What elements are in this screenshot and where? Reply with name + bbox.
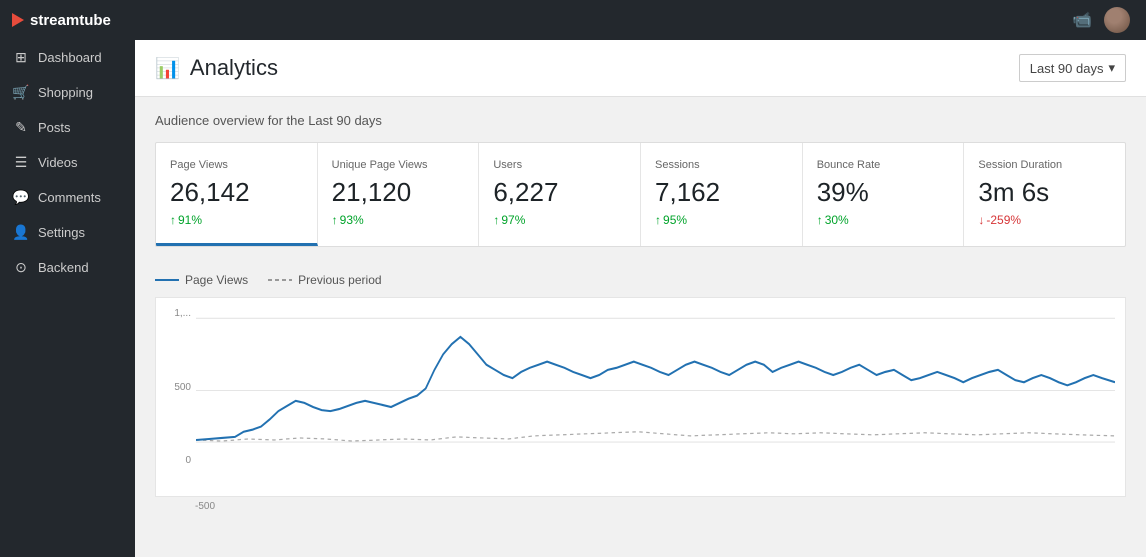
sidebar-item-shopping[interactable]: 🛒 Shopping (0, 75, 135, 110)
chart-wrapper: 1,... 500 0 (155, 297, 1126, 497)
brand-logo[interactable]: streamtube (0, 0, 135, 40)
chevron-down-icon: ▾ (1108, 60, 1115, 76)
legend-line-icon (155, 279, 179, 281)
sidebar-item-comments[interactable]: 💬 Comments (0, 180, 135, 215)
chart-legend: Page Views Previous period (155, 273, 1126, 287)
avatar-image (1104, 7, 1130, 33)
stat-change-pageviews: 91% (170, 213, 303, 227)
stat-change-text-pageviews: 91% (178, 213, 202, 227)
stat-change-sessions: 95% (655, 213, 788, 227)
sidebar-item-backend[interactable]: ⊙ Backend (0, 250, 135, 285)
stat-change-text-unique: 93% (340, 213, 364, 227)
stat-value-duration: 3m 6s (978, 179, 1111, 205)
user-avatar[interactable] (1104, 7, 1130, 33)
stat-label-duration: Session Duration (978, 159, 1111, 171)
stat-card-sessions[interactable]: Sessions 7,162 95% (641, 143, 803, 246)
settings-icon: 👤 (12, 224, 30, 241)
stat-card-duration[interactable]: Session Duration 3m 6s -259% (964, 143, 1125, 246)
stat-value-unique-pageviews: 21,120 (332, 179, 465, 205)
main-area: 📹 📊 Analytics Last 90 days ▾ Audience ov… (135, 0, 1146, 557)
stat-value-users: 6,227 (493, 179, 626, 205)
sidebar-label-dashboard: Dashboard (38, 50, 102, 65)
posts-icon: ✎ (12, 119, 30, 136)
backend-icon: ⊙ (12, 259, 30, 276)
period-dropdown[interactable]: Last 90 days ▾ (1019, 54, 1126, 82)
comments-icon: 💬 (12, 189, 30, 206)
stat-change-duration: -259% (978, 213, 1111, 227)
legend-previous-label: Previous period (298, 273, 381, 287)
shopping-icon: 🛒 (12, 84, 30, 101)
page-title-area: 📊 Analytics (155, 55, 278, 81)
stat-label-sessions: Sessions (655, 159, 788, 171)
arrow-up-icon-2 (332, 213, 338, 227)
stat-change-text-duration: -259% (986, 213, 1021, 227)
arrow-down-icon (978, 213, 984, 227)
stat-card-bounce[interactable]: Bounce Rate 39% 30% (803, 143, 965, 246)
stat-change-text-bounce: 30% (825, 213, 849, 227)
videos-icon: ☰ (12, 154, 30, 171)
sidebar-item-videos[interactable]: ☰ Videos (0, 145, 135, 180)
legend-current: Page Views (155, 273, 248, 287)
stat-change-text-users: 97% (501, 213, 525, 227)
stat-card-users[interactable]: Users 6,227 97% (479, 143, 641, 246)
sidebar: streamtube ⊞ Dashboard 🛒 Shopping ✎ Post… (0, 0, 135, 557)
sidebar-item-dashboard[interactable]: ⊞ Dashboard (0, 40, 135, 75)
stat-label-unique-pageviews: Unique Page Views (332, 159, 465, 171)
arrow-up-icon (170, 213, 176, 227)
legend-dotted-icon (268, 279, 292, 281)
content-area: 📊 Analytics Last 90 days ▾ Audience over… (135, 40, 1146, 557)
sidebar-label-videos: Videos (38, 155, 78, 170)
stat-value-sessions: 7,162 (655, 179, 788, 205)
sidebar-label-posts: Posts (38, 120, 71, 135)
chart-section: Page Views Previous period 1,... 500 0 (135, 263, 1146, 528)
stat-change-unique-pageviews: 93% (332, 213, 465, 227)
page-title: Analytics (190, 55, 278, 81)
stat-value-bounce: 39% (817, 179, 950, 205)
page-header: 📊 Analytics Last 90 days ▾ (135, 40, 1146, 97)
audience-title: Audience overview for the Last 90 days (155, 113, 1126, 128)
sidebar-label-settings: Settings (38, 225, 85, 240)
stat-label-bounce: Bounce Rate (817, 159, 950, 171)
sidebar-item-settings[interactable]: 👤 Settings (0, 215, 135, 250)
stat-label-users: Users (493, 159, 626, 171)
dashboard-icon: ⊞ (12, 49, 30, 66)
stat-card-pageviews[interactable]: Page Views 26,142 91% (156, 143, 318, 246)
y-label-bottom: -500 (155, 501, 1126, 512)
line-chart (196, 308, 1115, 473)
y-label-zero: 0 (185, 455, 191, 466)
brand-name: streamtube (30, 12, 111, 29)
legend-current-label: Page Views (185, 273, 248, 287)
video-camera-icon[interactable]: 📹 (1072, 10, 1092, 30)
sidebar-label-comments: Comments (38, 190, 101, 205)
logo-triangle-icon (12, 13, 24, 27)
analytics-chart-icon: 📊 (155, 56, 180, 81)
y-label-top: 1,... (174, 308, 191, 319)
sidebar-label-shopping: Shopping (38, 85, 93, 100)
sidebar-item-posts[interactable]: ✎ Posts (0, 110, 135, 145)
stat-label-pageviews: Page Views (170, 159, 303, 171)
y-axis-labels: 1,... 500 0 (156, 308, 196, 466)
audience-section: Audience overview for the Last 90 days P… (135, 97, 1146, 263)
sidebar-nav: ⊞ Dashboard 🛒 Shopping ✎ Posts ☰ Videos … (0, 40, 135, 557)
stat-change-text-sessions: 95% (663, 213, 687, 227)
stat-card-unique-pageviews[interactable]: Unique Page Views 21,120 93% (318, 143, 480, 246)
arrow-up-icon-3 (493, 213, 499, 227)
arrow-up-icon-4 (655, 213, 661, 227)
stats-container: Page Views 26,142 91% Unique Page Views … (155, 142, 1126, 247)
legend-previous: Previous period (268, 273, 381, 287)
arrow-up-icon-5 (817, 213, 823, 227)
topbar: 📹 (135, 0, 1146, 40)
period-label: Last 90 days (1030, 61, 1104, 76)
stat-change-users: 97% (493, 213, 626, 227)
y-label-mid: 500 (174, 382, 191, 393)
stat-change-bounce: 30% (817, 213, 950, 227)
sidebar-label-backend: Backend (38, 260, 89, 275)
stat-value-pageviews: 26,142 (170, 179, 303, 205)
